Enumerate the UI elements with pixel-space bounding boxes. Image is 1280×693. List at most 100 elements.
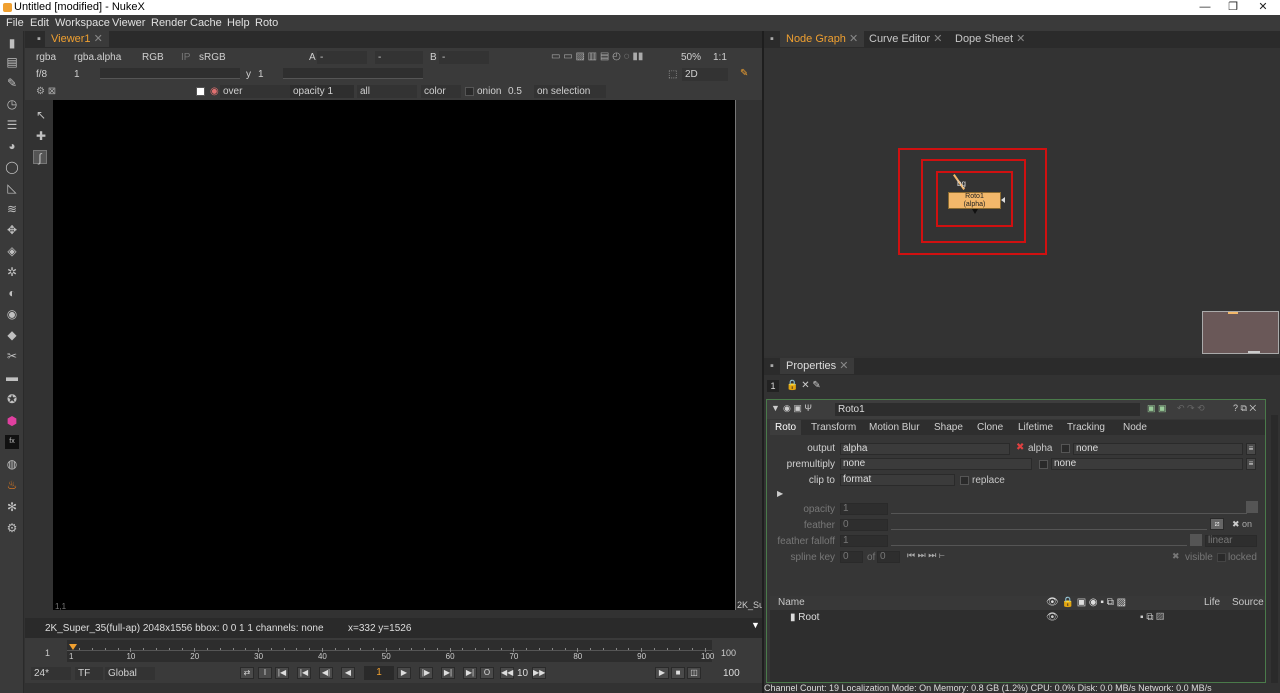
menu-file[interactable]: File (6, 17, 24, 29)
points-tool-icon[interactable]: ✚ (34, 129, 48, 143)
node-color-icons[interactable]: ▣ ▣ (1147, 403, 1167, 414)
toolsets-icon[interactable]: ✂ (5, 349, 19, 363)
tab-motion-blur[interactable]: Motion Blur (864, 420, 925, 435)
flipbook-button[interactable]: ▶ (655, 667, 669, 679)
render-button[interactable]: ■ (671, 667, 685, 679)
close-tab-icon[interactable]: ✕ (933, 33, 942, 45)
global-dropdown[interactable]: Global (105, 667, 155, 680)
flame-icon[interactable]: ◍ (5, 457, 19, 471)
tree-header-icons[interactable]: 👁 🔒 ▣ ◉ ▪ ⧉ ▨ (1046, 597, 1126, 608)
views-icon[interactable]: ◉ (5, 307, 19, 321)
display-dropdown[interactable]: RGB (139, 51, 164, 64)
max-panels-field[interactable]: 1 (767, 380, 779, 392)
fps-dropdown[interactable]: 24* (31, 667, 71, 680)
opacity-field[interactable]: 1 (840, 503, 888, 515)
tab-tracking[interactable]: Tracking (1062, 420, 1110, 435)
tab-transform[interactable]: Transform (806, 420, 861, 435)
spline-key-buttons[interactable]: ⏮ ⏭ ⏭ ⊢ (907, 550, 945, 561)
viewer-settings-icon[interactable]: ⚙ ⊠ (33, 85, 56, 98)
minimize-button[interactable]: — (1190, 0, 1220, 15)
bezier-tool-icon[interactable]: ∫ (33, 150, 47, 165)
gain-value[interactable]: 1 (71, 68, 80, 81)
ip-toggle[interactable]: IP (178, 51, 190, 64)
panel-menu-icon[interactable]: ▮ (5, 36, 19, 50)
props-tool-icons[interactable]: 🔒 ✕ ✎ (786, 380, 821, 391)
menu-render[interactable]: Render (151, 17, 187, 29)
channels-dropdown[interactable]: rgba (33, 51, 56, 64)
roi-icon[interactable]: ⬚ (665, 68, 677, 81)
tab-lifetime[interactable]: Lifetime (1013, 420, 1058, 435)
playhead[interactable] (69, 644, 77, 650)
gamma-value[interactable]: 1 (255, 68, 264, 81)
properties-scrollbar[interactable] (1271, 415, 1278, 683)
play-backward-button[interactable]: ◀ (341, 667, 355, 679)
on-checkbox[interactable]: ✖ (1232, 519, 1240, 530)
falloff-slider[interactable] (891, 536, 1187, 546)
falloff-slider-handle[interactable] (1190, 534, 1202, 546)
skip-forward-button[interactable]: ▶▶ (532, 667, 546, 679)
a-input-dropdown[interactable]: - (317, 51, 367, 64)
boris-icon[interactable]: fx (5, 435, 19, 449)
spline-count-field[interactable]: 0 (877, 551, 900, 563)
feather-falloff-field[interactable]: 1 (840, 535, 888, 547)
menu-edit[interactable]: Edit (30, 17, 49, 29)
spline-key-field[interactable]: 0 (840, 551, 863, 563)
merge-op-dropdown[interactable]: over (220, 85, 290, 98)
close-tab-icon[interactable]: ✕ (839, 360, 848, 372)
settings-icon[interactable]: ⚙ (5, 521, 19, 535)
transform-icon[interactable]: ✥ (5, 223, 19, 237)
metadata-icon[interactable]: ◆ (5, 328, 19, 342)
furnace-icon[interactable]: ✪ (5, 392, 19, 406)
merge-icon[interactable]: ≋ (5, 202, 19, 216)
navigator-minimap[interactable] (1202, 311, 1279, 354)
falloff-type-dropdown[interactable]: linear (1205, 535, 1257, 547)
replace-checkbox[interactable] (960, 476, 969, 485)
output-menu-icon[interactable]: ≡ (1246, 443, 1256, 455)
extra-channel-dropdown[interactable]: none (1073, 443, 1243, 455)
timeline-bar[interactable]: 1 10 20 30 40 50 60 70 80 90 100 (67, 640, 714, 662)
locked-checkbox[interactable] (1217, 553, 1226, 562)
opacity-field[interactable]: opacity 1 (290, 85, 354, 98)
feather-anim-button[interactable]: ⧄ (1210, 518, 1224, 530)
root-item-icons[interactable]: 👁 (1046, 612, 1059, 623)
all-dropdown[interactable]: all (357, 85, 417, 98)
menu-cache[interactable]: Cache (190, 17, 222, 29)
visible-checkbox[interactable]: ✖ (1172, 551, 1180, 562)
root-blend-icons[interactable]: ▪ ⧉ ▨ (1140, 612, 1164, 623)
play-forward-button[interactable]: ▶ (397, 667, 411, 679)
panel-window-icons[interactable]: ? ⧉ ✕ (1233, 403, 1256, 414)
premult-menu-icon[interactable]: ≡ (1246, 458, 1256, 470)
channel-icon[interactable]: ☰ (5, 118, 19, 132)
expand-icon[interactable]: ▶ (777, 489, 783, 498)
layer-dropdown[interactable]: rgba.alpha (71, 51, 121, 64)
next-frame-button[interactable]: |▶ (419, 667, 433, 679)
tab-clone[interactable]: Clone (972, 420, 1008, 435)
image-icon[interactable]: ▤ (5, 55, 19, 69)
roto1-node[interactable]: Roto1 (alpha) (948, 192, 1001, 209)
current-frame-field[interactable]: 1 (364, 666, 394, 680)
tab-dope-sheet[interactable]: Dope Sheet ✕ (949, 31, 1031, 47)
alpha-checkbox[interactable]: ✖ (1016, 442, 1024, 453)
tf-dropdown[interactable]: TF (75, 667, 103, 680)
fire-icon[interactable]: ♨ (5, 478, 19, 492)
capture-button[interactable]: ◫ (687, 667, 701, 679)
node-name-field[interactable]: Roto1 (835, 403, 1140, 416)
select-tool-icon[interactable]: ↖ (34, 108, 48, 122)
viewer-tool-icons[interactable]: ▭ ▭ ▨ ▥ ▤ ◴ ◌ ▮▮ (548, 50, 643, 63)
end-frame-field[interactable]: 100 (723, 668, 740, 679)
timeline-start[interactable]: 1 (45, 648, 50, 658)
menu-roto[interactable]: Roto (255, 17, 278, 29)
first-frame-button[interactable]: |◀ (275, 667, 289, 679)
wipe-toggle[interactable] (196, 87, 205, 96)
onion-checkbox[interactable] (465, 87, 474, 96)
premult-extra-dropdown[interactable]: none (1051, 458, 1243, 470)
color-dropdown[interactable]: color (421, 85, 461, 98)
in-point-button[interactable]: I (258, 667, 272, 679)
deep-icon[interactable]: ◐ (5, 286, 19, 300)
tab-viewer1[interactable]: Viewer1 ✕ (45, 31, 109, 47)
timeline-end[interactable]: 100 (721, 648, 736, 658)
onion-value[interactable]: 0.5 (505, 85, 522, 98)
viewer-canvas[interactable] (53, 100, 736, 610)
plugin-icon[interactable]: ⬢ (5, 414, 19, 428)
tab-curve-editor[interactable]: Curve Editor ✕ (863, 31, 948, 47)
